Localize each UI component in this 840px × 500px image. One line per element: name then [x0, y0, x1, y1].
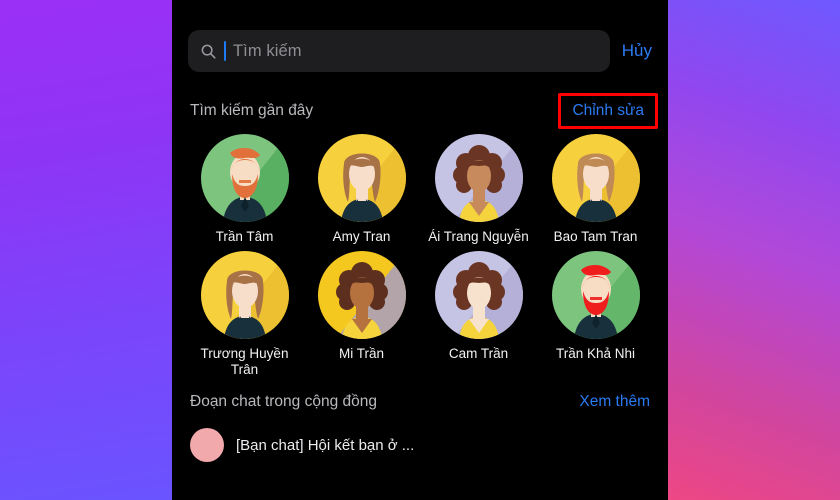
- avatar[interactable]: [317, 134, 406, 222]
- avatar[interactable]: [434, 134, 523, 222]
- avatar[interactable]: [317, 251, 406, 339]
- recent-person-5[interactable]: Trương Huyền Trân: [186, 251, 303, 378]
- recent-person-name: Trần Tâm: [215, 229, 274, 244]
- see-more-button[interactable]: Xem thêm: [579, 393, 650, 411]
- recent-searches-title: Tìm kiếm gần đây: [190, 102, 314, 119]
- edit-highlight-box: Chỉnh sửa: [558, 93, 658, 129]
- community-chat-title: [Bạn chat] Hội kết bạn ở ...: [236, 436, 415, 454]
- recent-person-6[interactable]: Mi Trần: [303, 251, 420, 378]
- recent-person-name: Bao Tam Tran: [553, 229, 638, 244]
- search-input[interactable]: Tìm kiếm: [188, 30, 610, 72]
- search-icon: [201, 44, 216, 59]
- avatar[interactable]: [551, 251, 640, 339]
- community-chat-avatar: [190, 428, 224, 462]
- recent-person-name: Ái Trang Nguyễn: [428, 229, 529, 244]
- edit-button[interactable]: Chỉnh sửa: [572, 102, 644, 119]
- avatar[interactable]: [200, 251, 289, 339]
- recent-person-name: Trần Khả Nhi: [555, 346, 636, 361]
- recent-person-name: Trương Huyền Trân: [200, 346, 289, 377]
- recent-person-name: Amy Tran: [332, 229, 391, 244]
- search-placeholder: Tìm kiếm: [233, 41, 302, 60]
- community-chats-header: Đoạn chat trong cộng đồng Xem thêm: [172, 390, 668, 414]
- recent-person-2[interactable]: Amy Tran: [303, 134, 420, 245]
- cancel-button[interactable]: Hủy: [620, 41, 652, 61]
- recent-people-grid: Trần Tâm Amy Tran Ái Trang Nguyễn Bao Tam T…: [172, 134, 668, 378]
- search-row: Tìm kiếm Hủy: [172, 30, 668, 72]
- recent-person-1[interactable]: Trần Tâm: [186, 134, 303, 245]
- phone-screen: Tìm kiếm Hủy Tìm kiếm gần đây Chỉnh sửa …: [172, 0, 668, 500]
- avatar[interactable]: [434, 251, 523, 339]
- avatar[interactable]: [200, 134, 289, 222]
- community-chats-title: Đoạn chat trong cộng đồng: [190, 393, 377, 410]
- recent-person-name: Mi Trần: [338, 346, 384, 361]
- recent-person-7[interactable]: Cam Trần: [420, 251, 537, 378]
- community-chat-row[interactable]: [Bạn chat] Hội kết bạn ở ...: [172, 428, 668, 462]
- recent-person-name: Cam Trần: [448, 346, 509, 361]
- recent-person-3[interactable]: Ái Trang Nguyễn: [420, 134, 537, 245]
- avatar[interactable]: [551, 134, 640, 222]
- recent-person-8[interactable]: Trần Khả Nhi: [537, 251, 654, 378]
- recent-searches-header: Tìm kiếm gần đây Chỉnh sửa: [172, 93, 668, 129]
- background-right: [668, 0, 840, 500]
- text-caret: [224, 41, 226, 61]
- background-left: [0, 0, 172, 500]
- recent-person-4[interactable]: Bao Tam Tran: [537, 134, 654, 245]
